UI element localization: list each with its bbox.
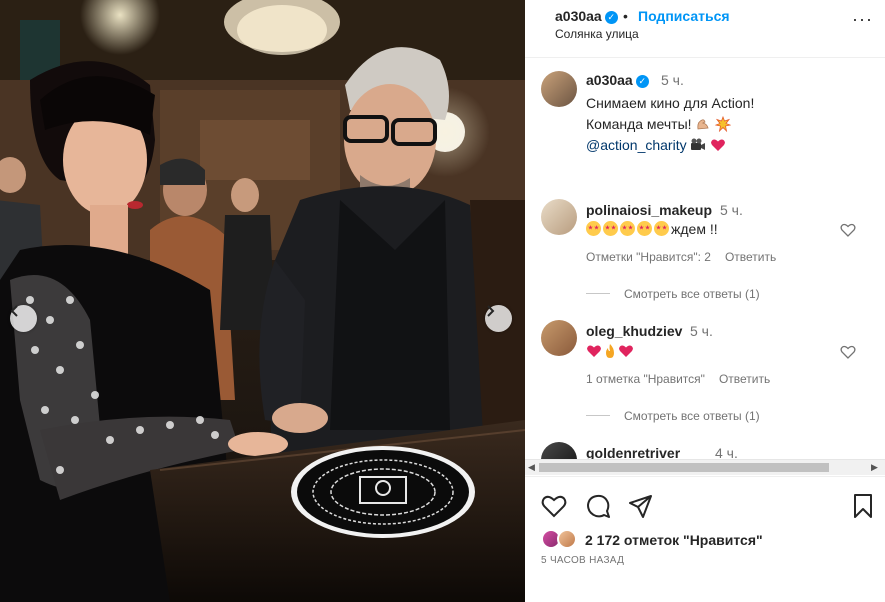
star-struck-emoji-icon xyxy=(637,221,652,236)
comment-likes-count[interactable]: Отметки "Нравится": 2 xyxy=(586,250,711,264)
reply-divider-line xyxy=(586,293,610,294)
red-heart-emoji-icon xyxy=(619,345,633,357)
bookmark-icon[interactable] xyxy=(850,493,876,519)
verified-badge-icon: ✓ xyxy=(635,75,649,88)
post-photo[interactable] xyxy=(0,0,525,602)
comment-meta: 1 отметка "Нравится" Ответить xyxy=(586,372,784,386)
author-username[interactable]: a030aa ✓ xyxy=(555,8,618,24)
red-heart-emoji-icon xyxy=(587,345,601,357)
comment-text xyxy=(586,343,634,359)
flexed-biceps-emoji-icon xyxy=(697,119,709,130)
caption-username[interactable]: a030aa ✓ xyxy=(586,72,649,88)
post-side-panel: a030aa ✓ • Подписаться Солянка улица ··· … xyxy=(525,0,885,602)
commenter-avatar[interactable] xyxy=(541,199,577,235)
comment-like-heart-icon[interactable] xyxy=(840,344,856,360)
author-avatar[interactable] xyxy=(541,71,577,107)
reply-button[interactable]: Ответить xyxy=(719,372,770,386)
follow-button[interactable]: Подписаться xyxy=(638,8,730,24)
location-link[interactable]: Солянка улица xyxy=(555,27,639,41)
scrollbar-thumb[interactable] xyxy=(539,463,829,472)
mention-link[interactable]: @action_charity xyxy=(586,137,687,153)
comment-username[interactable]: oleg_khudziev xyxy=(586,323,682,339)
view-replies-label[interactable]: Смотреть все ответы (1) xyxy=(624,287,760,301)
caption-line-2-text: Команда мечты! xyxy=(586,116,692,132)
caption-time: 5 ч. xyxy=(661,72,684,88)
chevron-right-icon xyxy=(487,305,495,317)
photo-illustration xyxy=(0,0,525,602)
comment-time: 5 ч. xyxy=(690,323,713,339)
reply-button[interactable]: Ответить xyxy=(725,250,776,264)
commenter-avatar[interactable] xyxy=(541,320,577,356)
view-replies-label[interactable]: Смотреть все ответы (1) xyxy=(624,409,760,423)
author-username-text[interactable]: a030aa xyxy=(555,8,602,24)
comment-likes-count[interactable]: 1 отметка "Нравится" xyxy=(586,372,705,386)
comments-scroll-area[interactable]: a030aa ✓ 5 ч. Снимаем кино для Action! Ко… xyxy=(525,59,885,459)
comment-time: 4 ч. xyxy=(715,445,738,459)
comment-text-value: ждем !! xyxy=(671,221,718,237)
view-replies-link[interactable]: Смотреть все ответы (1) xyxy=(586,287,760,301)
star-struck-emoji-icon xyxy=(586,221,601,236)
star-struck-emoji-icon xyxy=(654,221,669,236)
red-heart-emoji-icon xyxy=(711,139,726,151)
star-struck-emoji-icon xyxy=(603,221,618,236)
liker-avatar[interactable] xyxy=(557,529,577,549)
comment-text: ждем !! xyxy=(586,221,718,237)
carousel-next-button[interactable] xyxy=(485,305,512,332)
star-struck-emoji-icon xyxy=(620,221,635,236)
caption-text: Снимаем кино для Action! Команда мечты! … xyxy=(586,93,866,156)
comment-username[interactable]: polinaiosi_makeup xyxy=(586,202,712,218)
likes-count[interactable]: 2 172 отметок "Нравится" xyxy=(585,532,763,548)
view-replies-link[interactable]: Смотреть все ответы (1) xyxy=(586,409,760,423)
more-options-icon[interactable]: ··· xyxy=(852,10,873,28)
caption-username-text[interactable]: a030aa xyxy=(586,72,633,88)
comment-icon[interactable] xyxy=(585,493,611,519)
caption-line-1: Снимаем кино для Action! xyxy=(586,95,755,111)
horizontal-scrollbar[interactable]: ◀ ▶ xyxy=(525,459,885,475)
collision-emoji-icon xyxy=(714,115,732,133)
scroll-right-arrow-icon[interactable]: ▶ xyxy=(871,462,878,473)
scroll-left-arrow-icon[interactable]: ◀ xyxy=(528,462,535,473)
heart-icon[interactable] xyxy=(541,493,567,519)
share-icon[interactable] xyxy=(628,493,654,519)
caption-line-2: Команда мечты! xyxy=(586,114,866,135)
post-actions: 2 172 отметок "Нравится" 5 ЧАСОВ НАЗАД xyxy=(525,476,885,602)
caption-line-3: @action_charity xyxy=(586,135,866,156)
comment-username[interactable]: goldenretriver xyxy=(586,445,680,459)
comment-like-heart-icon[interactable] xyxy=(840,222,856,238)
post-time-ago[interactable]: 5 ЧАСОВ НАЗАД xyxy=(541,555,624,566)
chevron-left-icon xyxy=(10,305,18,317)
carousel-prev-button[interactable] xyxy=(10,305,37,332)
reply-divider-line xyxy=(586,415,610,416)
separator-dot: • xyxy=(623,8,628,24)
post-header: a030aa ✓ • Подписаться Солянка улица ··· xyxy=(525,0,885,58)
verified-badge-icon: ✓ xyxy=(604,11,618,24)
movie-camera-emoji-icon xyxy=(691,138,706,150)
fire-emoji-icon xyxy=(606,344,614,358)
commenter-avatar[interactable] xyxy=(541,442,577,459)
comment-time: 5 ч. xyxy=(720,202,743,218)
comment-meta: Отметки "Нравится": 2 Ответить xyxy=(586,250,790,264)
